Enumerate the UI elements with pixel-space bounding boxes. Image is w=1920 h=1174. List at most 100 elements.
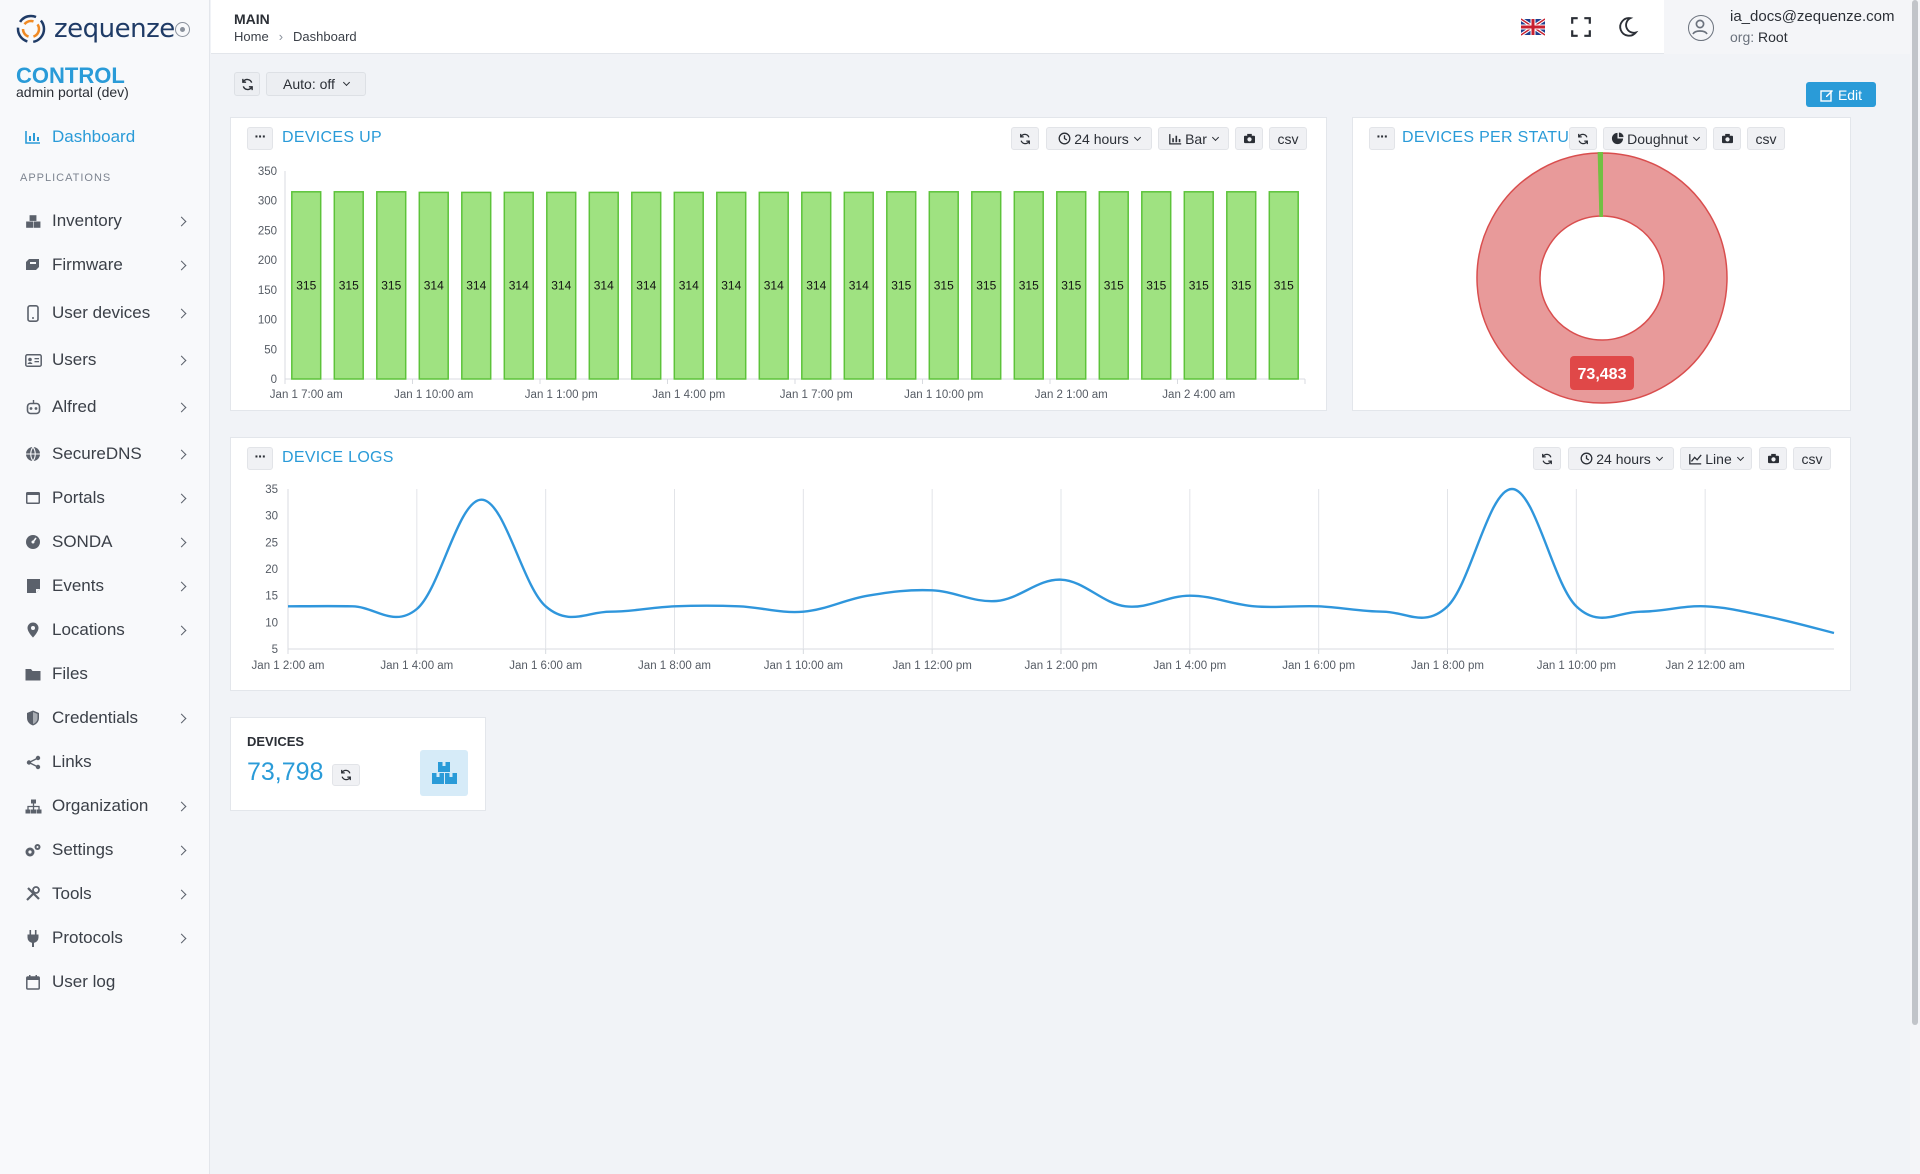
devices-per-status-card: ··· DEVICES PER STATUS Doughnut csv 73,4… xyxy=(1352,117,1851,411)
sidebar-section-label: APPLICATIONS xyxy=(20,172,112,184)
y-tick-label: 15 xyxy=(265,591,278,603)
sidebar-item-inventory[interactable]: Inventory xyxy=(0,203,210,239)
user-email: ia_docs@zequenze.com xyxy=(1730,8,1895,25)
refresh-kpi-button[interactable] xyxy=(332,764,360,786)
org-value: Root xyxy=(1758,29,1788,45)
bar-data-label: 314 xyxy=(679,279,699,293)
globe-icon xyxy=(24,445,42,463)
chevron-down-icon xyxy=(342,78,350,87)
time-range-dropdown[interactable]: 24 hours xyxy=(1568,447,1674,470)
card-menu-button[interactable]: ··· xyxy=(247,127,273,150)
devices-kpi-value: 73,798 xyxy=(247,758,324,786)
time-range-dropdown[interactable]: 24 hours xyxy=(1046,127,1152,150)
sidebar-item-dashboard[interactable]: Dashboard xyxy=(0,119,210,155)
x-tick-label: Jan 1 6:00 am xyxy=(509,660,582,672)
bar-data-label: 314 xyxy=(849,279,869,293)
sidebar-item-tools[interactable]: Tools xyxy=(0,876,210,912)
sidebar-item-user-log[interactable]: User log xyxy=(0,964,210,1000)
chevron-right-icon xyxy=(176,889,187,899)
chevron-right-icon xyxy=(176,216,187,226)
sidebar-item-label: Files xyxy=(52,664,88,683)
user-avatar-icon xyxy=(1688,15,1714,41)
tools-icon xyxy=(24,885,42,903)
dark-mode-moon-icon[interactable] xyxy=(1615,16,1639,38)
sidebar-item-label: Dashboard xyxy=(52,127,136,146)
sidebar-item-firmware[interactable]: Firmware xyxy=(0,247,210,283)
csv-export-button[interactable]: csv xyxy=(1747,127,1785,150)
shield-icon xyxy=(24,709,42,727)
x-tick-label: Jan 2 4:00 am xyxy=(1162,389,1235,401)
chevron-right-icon xyxy=(176,845,187,855)
sidebar-item-alfred[interactable]: Alfred xyxy=(0,389,210,425)
y-tick-label: 0 xyxy=(271,374,277,386)
chart-type-dropdown[interactable]: Line xyxy=(1680,447,1752,470)
camera-icon xyxy=(1767,453,1779,464)
bar-data-label: 314 xyxy=(806,279,826,293)
screenshot-button[interactable] xyxy=(1759,447,1787,470)
sidebar-item-settings[interactable]: Settings xyxy=(0,832,210,868)
refresh-dashboard-button[interactable] xyxy=(234,72,260,96)
bar-data-label: 314 xyxy=(466,279,486,293)
sidebar-item-user-devices[interactable]: User devices xyxy=(0,295,210,331)
bar-data-label: 314 xyxy=(424,279,444,293)
bar-data-label: 315 xyxy=(934,278,954,292)
fullscreen-icon[interactable] xyxy=(1569,16,1593,38)
sidebar-item-locations[interactable]: Locations xyxy=(0,612,210,648)
bar-data-label: 315 xyxy=(1146,278,1166,292)
bar-data-label: 315 xyxy=(1274,278,1294,292)
screenshot-button[interactable] xyxy=(1235,127,1263,150)
chart-type-dropdown[interactable]: Doughnut xyxy=(1603,127,1707,150)
pin-sidebar-icon[interactable] xyxy=(175,22,190,37)
brand-logo[interactable]: zequenze xyxy=(14,12,175,46)
sidebar-item-label: Portals xyxy=(52,488,105,507)
csv-export-button[interactable]: csv xyxy=(1269,127,1307,150)
sidebar-item-securedns[interactable]: SecureDNS xyxy=(0,436,210,472)
edit-dashboard-button[interactable]: Edit xyxy=(1806,82,1876,107)
y-tick-label: 50 xyxy=(264,344,277,356)
sidebar-item-credentials[interactable]: Credentials xyxy=(0,700,210,736)
x-tick-label: Jan 1 8:00 pm xyxy=(1411,660,1484,672)
chevron-right-icon xyxy=(176,260,187,270)
refresh-chart-button[interactable] xyxy=(1533,447,1561,470)
language-flag-icon[interactable] xyxy=(1521,16,1545,38)
sidebar-item-label: Settings xyxy=(52,840,114,859)
refresh-icon xyxy=(1020,133,1030,144)
sidebar-item-sonda[interactable]: SONDA xyxy=(0,524,210,560)
sidebar-item-events[interactable]: Events xyxy=(0,568,210,604)
csv-export-button[interactable]: csv xyxy=(1793,447,1831,470)
auto-refresh-dropdown[interactable]: Auto: off xyxy=(266,72,366,96)
csv-label: csv xyxy=(1755,130,1777,147)
sidebar-item-files[interactable]: Files xyxy=(0,656,210,692)
screenshot-button[interactable] xyxy=(1713,127,1741,150)
user-menu[interactable]: ia_docs@zequenze.com org: Root xyxy=(1664,0,1920,54)
sidebar-item-links[interactable]: Links xyxy=(0,744,210,780)
refresh-chart-button[interactable] xyxy=(1569,127,1597,150)
card-menu-button[interactable]: ··· xyxy=(247,447,273,470)
id-card-icon xyxy=(24,351,42,369)
device-logs-card: ··· DEVICE LOGS 24 hours Line csv 5 10 15 2… xyxy=(230,437,1851,691)
sidebar-item-label: Alfred xyxy=(52,397,97,416)
bar-data-label: 315 xyxy=(1019,278,1039,292)
sidebar-item-label: Protocols xyxy=(52,928,123,947)
refresh-icon xyxy=(1578,133,1588,144)
breadcrumb: Home › Dashboard xyxy=(234,29,357,44)
card-menu-button[interactable]: ··· xyxy=(1369,127,1395,150)
bar-data-label: 315 xyxy=(1104,278,1124,292)
chart-type-dropdown[interactable]: Bar xyxy=(1158,127,1229,150)
breadcrumb-home[interactable]: Home xyxy=(234,29,269,44)
chevron-down-icon xyxy=(1655,453,1663,461)
bar-data-label: 315 xyxy=(1231,278,1251,292)
bar-data-label: 315 xyxy=(1189,278,1209,292)
clock-icon xyxy=(1580,452,1593,465)
x-tick-label: Jan 1 10:00 pm xyxy=(904,389,983,401)
sidebar-item-protocols[interactable]: Protocols xyxy=(0,920,210,956)
devices-up-chart: 0 50 100 150 200 250 300 350 315 315 315 314 314 314 3… xyxy=(258,166,1306,401)
sidebar-item-users[interactable]: Users xyxy=(0,342,210,378)
sidebar-item-organization[interactable]: Organization xyxy=(0,788,210,824)
page-scrollbar-thumb[interactable] xyxy=(1912,0,1918,1025)
sidebar: zequenze CONTROL admin portal (dev) Dash… xyxy=(0,0,210,1174)
refresh-chart-button[interactable] xyxy=(1011,127,1039,150)
sidebar-item-portals[interactable]: Portals xyxy=(0,480,210,516)
clock-icon xyxy=(1058,132,1071,145)
bar-data-label: 315 xyxy=(339,278,359,292)
